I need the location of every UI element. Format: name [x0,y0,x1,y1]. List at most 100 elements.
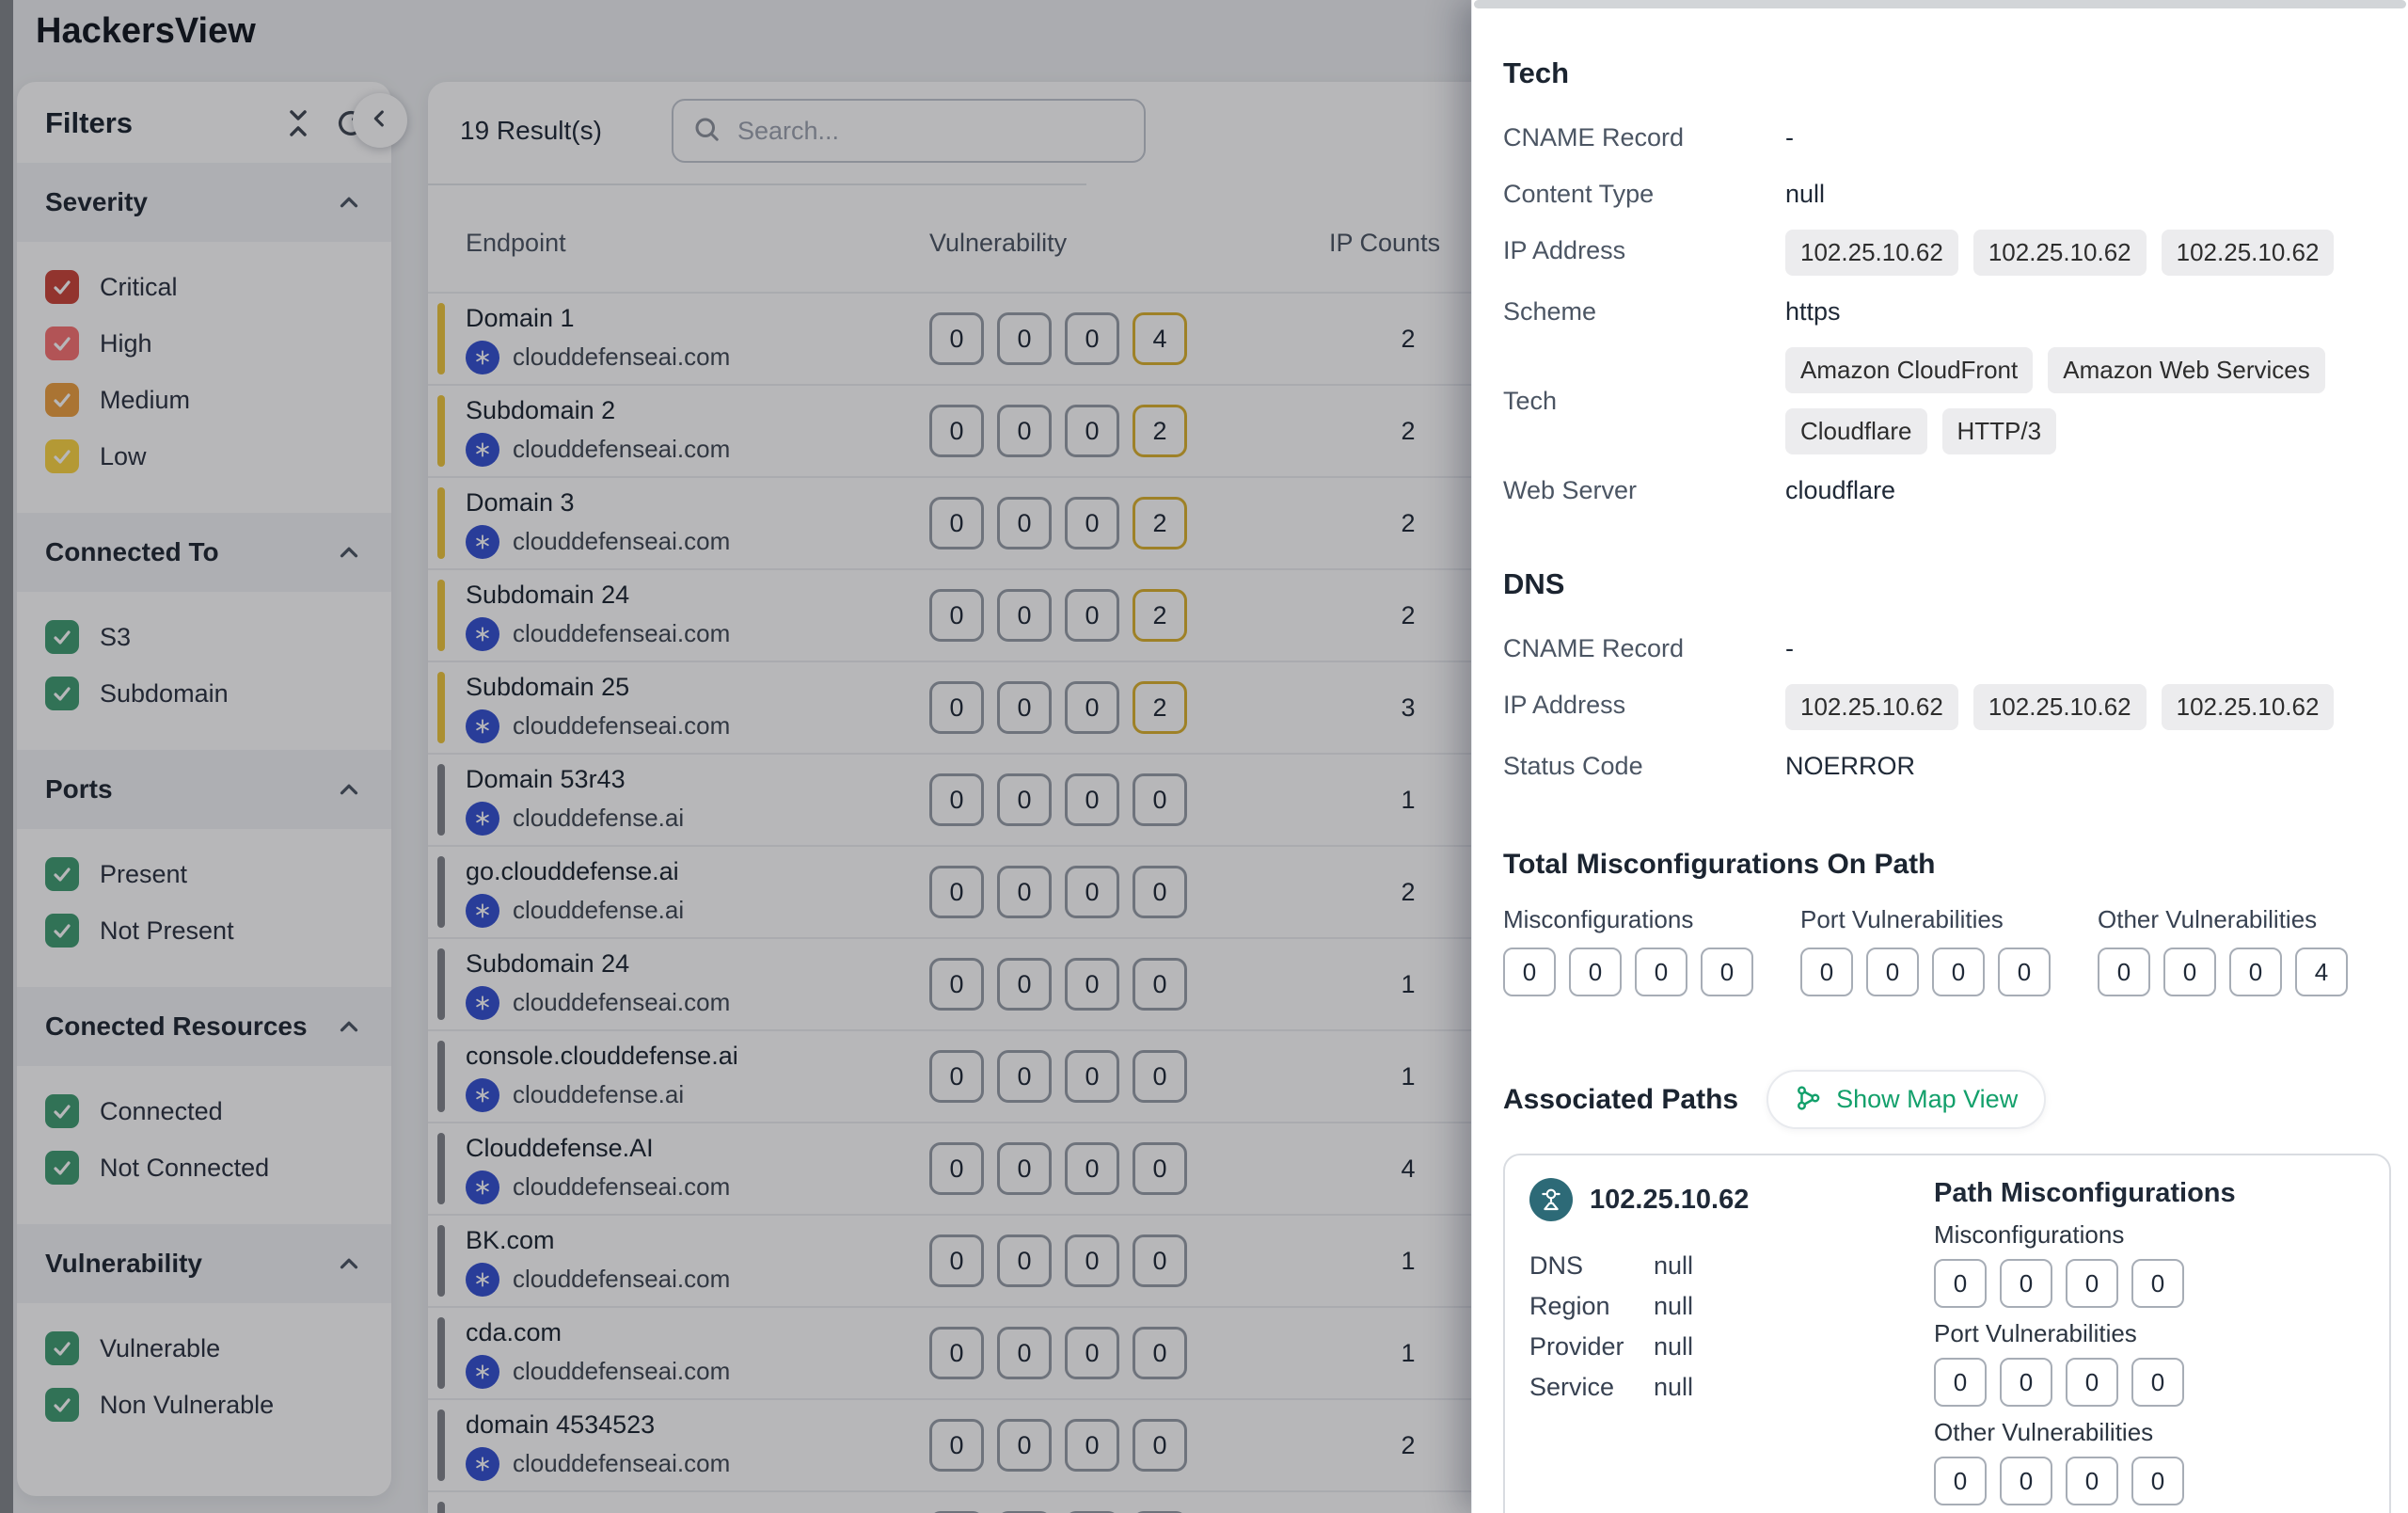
badge-group: 0000 [1503,948,1753,996]
metric-badge: 0 [1934,1457,1987,1505]
path-detail-label: Service [1529,1373,1654,1402]
dim-overlay[interactable] [0,0,1471,1513]
metric-badge: 0 [1503,948,1556,996]
drawer-scrollbar[interactable] [1474,0,2406,8]
kv-value: NOERROR [1785,745,1915,787]
path-badge-group-label: Port Vulnerabilities [1934,1319,2365,1348]
kv-row: Status CodeNOERROR [1503,745,2408,787]
tech-section-title: Tech [1503,56,2408,90]
totals-group: Port Vulnerabilities0000 [1800,905,2051,996]
totals-group: Other Vulnerabilities0004 [2098,905,2348,996]
value-chip: 102.25.10.62 [2162,684,2335,730]
metric-badge: 0 [1934,1259,1987,1308]
dns-section-title: DNS [1503,567,2408,601]
path-detail-label: Provider [1529,1332,1654,1362]
path-detail-row: Servicenull [1529,1373,1934,1402]
metric-badge: 0 [1934,1358,1987,1407]
kv-label: Status Code [1503,745,1785,787]
associated-paths-header: Associated Paths Show Map View [1503,1070,2408,1129]
kv-row: Schemehttps [1503,291,2408,332]
kv-label: Tech [1503,380,1785,422]
metric-badge: 0 [1998,948,2051,996]
value-chip: 102.25.10.62 [1785,230,1958,276]
path-card-left: 102.25.10.62DNSnullRegionnullProvidernul… [1529,1178,1934,1513]
metric-badge: 0 [1932,948,1985,996]
value-chip: HTTP/3 [1942,408,2057,454]
kv-row: Web Servercloudflare [1503,470,2408,511]
metric-badge: 0 [2000,1358,2052,1407]
kv-value: - [1785,117,1794,158]
metric-badge: 0 [1569,948,1622,996]
badge-group: 0000 [1934,1259,2365,1308]
metric-badge: 4 [2295,948,2348,996]
metric-badge: 0 [1866,948,1919,996]
badge-group: 0000 [1934,1358,2365,1407]
path-detail-label: Region [1529,1292,1654,1321]
kv-value: Amazon CloudFrontAmazon Web ServicesClou… [1785,347,2408,454]
totals-group-label: Misconfigurations [1503,905,1753,934]
map-view-icon [1795,1084,1823,1115]
kv-row: TechAmazon CloudFrontAmazon Web Services… [1503,347,2408,454]
metric-badge: 0 [1635,948,1687,996]
kv-row: Content Typenull [1503,173,2408,215]
kv-value: 102.25.10.62 102.25.10.62 102.25.10.62 [1785,684,2408,730]
path-ip-header: 102.25.10.62 [1529,1178,1934,1221]
kv-label: Content Type [1503,173,1785,215]
kv-label: IP Address [1503,684,1785,725]
kv-value: null [1785,173,1825,215]
kv-label: Web Server [1503,470,1785,511]
path-detail-value: null [1654,1332,1693,1362]
kv-value: - [1785,628,1794,669]
kv-value: cloudflare [1785,470,1895,511]
path-detail-row: DNSnull [1529,1251,1934,1281]
totals-group-label: Port Vulnerabilities [1800,905,2051,934]
kv-label: IP Address [1503,230,1785,271]
metric-badge: 0 [2229,948,2282,996]
associated-path-cards: 102.25.10.62DNSnullRegionnullProvidernul… [1503,1154,2408,1513]
path-badge-group: Misconfigurations 0000 [1934,1220,2365,1308]
value-chip: Amazon CloudFront [1785,347,2033,393]
totals-groups: Misconfigurations0000Port Vulnerabilitie… [1503,905,2408,996]
associated-paths-title: Associated Paths [1503,1084,1738,1116]
kv-row: IP Address102.25.10.62102.25.10.62102.25… [1503,684,2408,730]
kv-value: https [1785,291,1841,332]
value-chip: 102.25.10.62 [1973,230,2147,276]
kv-row: CNAME Record- [1503,628,2408,669]
app-root: HackersView Filters SeverityCriticalHigh… [0,0,2408,1513]
tech-rows: CNAME Record-Content TypenullIP Address1… [1503,117,2408,511]
path-detail-value: null [1654,1292,1693,1321]
metric-badge: 0 [2066,1259,2118,1308]
metric-badge: 0 [2131,1457,2184,1505]
drawer-content: Tech CNAME Record-Content TypenullIP Add… [1472,0,2408,1513]
path-detail-label: DNS [1529,1251,1654,1281]
show-map-view-label: Show Map View [1836,1085,2018,1114]
associated-path-card[interactable]: 102.25.10.62DNSnullRegionnullProvidernul… [1503,1154,2391,1513]
path-badge-group: Port Vulnerabilities0000 [1934,1319,2365,1407]
totals-group: Misconfigurations0000 [1503,905,1753,996]
detail-drawer: Tech CNAME Record-Content TypenullIP Add… [1471,0,2408,1513]
kv-label: CNAME Record [1503,628,1785,669]
badge-group: 0000 [1934,1457,2365,1505]
badge-group: 0004 [2098,948,2348,996]
kv-value: 102.25.10.62102.25.10.62102.25.10.62 [1785,230,2408,276]
metric-badge: 0 [1701,948,1753,996]
show-map-view-button[interactable]: Show Map View [1766,1070,2046,1129]
kv-label: Scheme [1503,291,1785,332]
value-chip: 102.25.10.62 [1785,684,1958,730]
metric-badge: 0 [2066,1358,2118,1407]
totals-title: Total Misconfigurations On Path [1503,849,2408,881]
metric-badge: 0 [2066,1457,2118,1505]
totals-group-label: Other Vulnerabilities [2098,905,2348,934]
path-misconfigurations-title: Path Misconfigurations [1934,1178,2365,1209]
metric-badge: 0 [2131,1358,2184,1407]
metric-badge: 0 [2163,948,2216,996]
metric-badge: 0 [2098,948,2150,996]
kv-label: CNAME Record [1503,117,1785,158]
path-ip-address: 102.25.10.62 [1590,1185,1749,1216]
metric-badge: 0 [1800,948,1853,996]
path-badge-group-label: Misconfigurations [1934,1220,2365,1250]
ip-target-icon [1529,1178,1573,1221]
path-detail-value: null [1654,1373,1693,1402]
value-chip: 102.25.10.62 [1973,684,2147,730]
metric-badge: 0 [2000,1259,2052,1308]
